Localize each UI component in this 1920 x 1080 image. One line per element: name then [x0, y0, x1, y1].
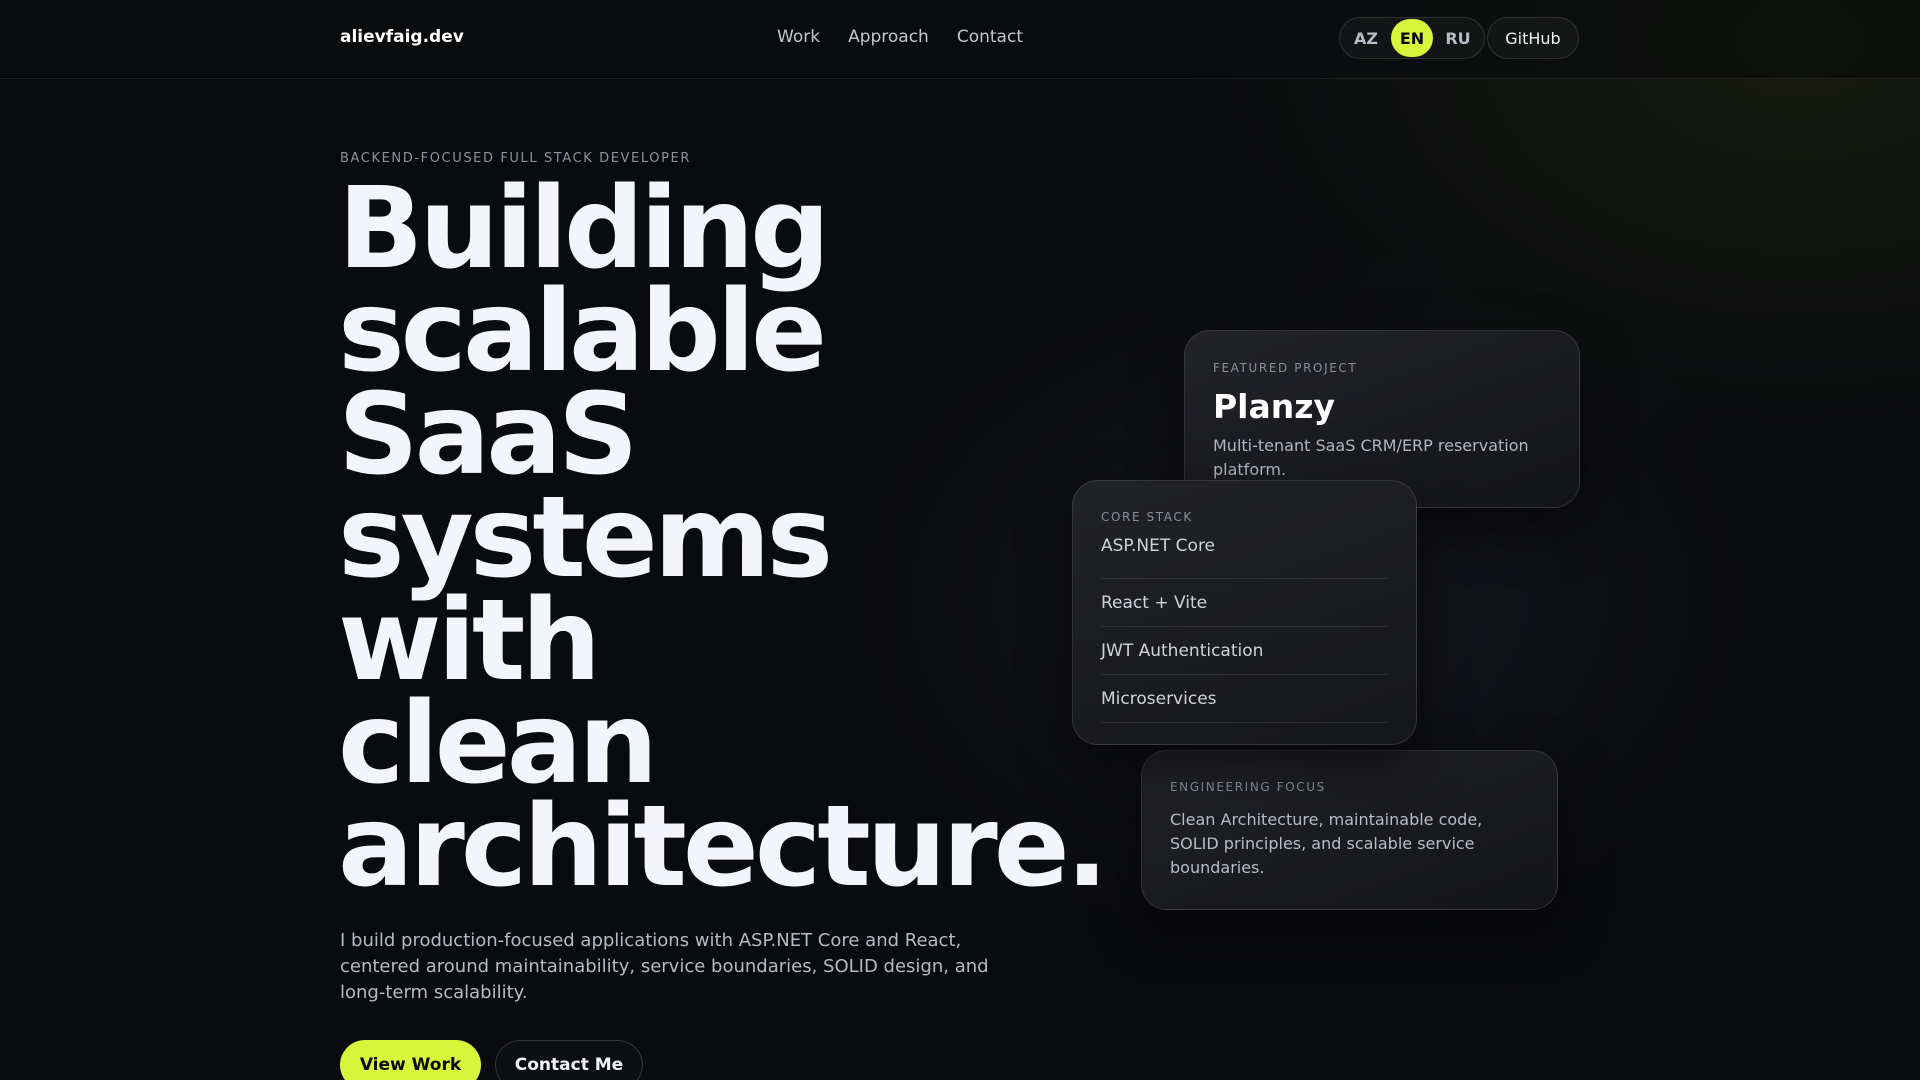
- language-en-button[interactable]: EN: [1391, 19, 1433, 57]
- language-az-button[interactable]: AZ: [1345, 21, 1387, 55]
- engineering-focus-card: ENGINEERING FOCUS Clean Architecture, ma…: [1141, 750, 1558, 910]
- project-description: Multi-tenant SaaS CRM/ERP reservation pl…: [1213, 436, 1529, 479]
- list-item: Microservices: [1101, 676, 1388, 723]
- nav-link-work[interactable]: Work: [777, 27, 820, 47]
- hero-title: Building scalable SaaS systems with clea…: [338, 173, 1108, 903]
- focus-description: Clean Architecture, maintainable code, S…: [1170, 810, 1483, 877]
- language-switcher: AZ EN RU: [1339, 17, 1485, 59]
- list-item: React + Vite: [1101, 580, 1388, 627]
- core-stack-card: CORE STACK ASP.NET Core React + Vite JWT…: [1072, 480, 1417, 745]
- hero-description: I build production-focused applications …: [340, 930, 989, 1003]
- nav-link-contact[interactable]: Contact: [957, 27, 1023, 47]
- nav-link-approach[interactable]: Approach: [848, 27, 929, 47]
- contact-me-button[interactable]: Contact Me: [495, 1040, 643, 1080]
- github-button[interactable]: GitHub: [1487, 17, 1579, 59]
- site-header: alievfaig.dev Work Approach Contact AZ E…: [0, 0, 1920, 79]
- card-label: FEATURED PROJECT: [1213, 361, 1358, 375]
- hero-title-line: architecture.: [338, 782, 1108, 912]
- project-title: Planzy: [1213, 387, 1335, 426]
- page: alievfaig.dev Work Approach Contact AZ E…: [0, 0, 1920, 1080]
- card-label: ENGINEERING FOCUS: [1170, 780, 1326, 794]
- main-nav: Work Approach Contact: [777, 27, 1023, 47]
- card-label: CORE STACK: [1101, 510, 1193, 524]
- stack-list: ASP.NET Core React + Vite JWT Authentica…: [1101, 536, 1388, 723]
- list-item: ASP.NET Core: [1101, 536, 1388, 579]
- language-ru-button[interactable]: RU: [1437, 21, 1479, 55]
- list-item: JWT Authentication: [1101, 628, 1388, 675]
- view-work-button[interactable]: View Work: [340, 1040, 481, 1080]
- brand-logo-link[interactable]: alievfaig.dev: [340, 27, 464, 47]
